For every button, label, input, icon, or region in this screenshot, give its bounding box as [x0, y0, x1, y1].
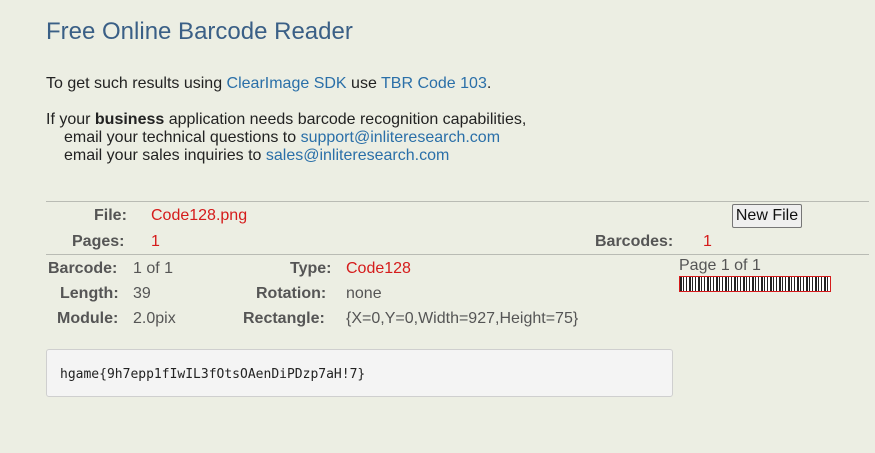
file-name: Code128.png [151, 207, 248, 224]
business-line1-prefix: If your [46, 111, 95, 128]
intro-text: To get such results using ClearImage SDK… [46, 74, 491, 93]
new-file-button[interactable]: New File [732, 204, 802, 228]
rotation-value: none [346, 285, 382, 302]
pages-value: 1 [151, 233, 160, 250]
file-label: File: [94, 207, 127, 224]
support-line: email your technical questions to suppor… [46, 129, 526, 147]
tbr-code-link[interactable]: TBR Code 103 [381, 75, 487, 92]
divider-top [46, 201, 869, 202]
page-indicator: Page 1 of 1 [679, 257, 761, 274]
business-contact: If your business application needs barco… [46, 111, 526, 165]
length-label: Length: [60, 285, 119, 302]
rectangle-value: {X=0,Y=0,Width=927,Height=75} [346, 310, 579, 327]
module-value: 2.0pix [133, 310, 176, 327]
support-email-link[interactable]: support@inliteresearch.com [301, 129, 500, 146]
barcode-thumbnail-image[interactable] [679, 276, 831, 292]
sales-prefix: email your sales inquiries to [64, 147, 266, 164]
business-line1-suffix: application needs barcode recognition ca… [164, 111, 527, 128]
type-value: Code128 [346, 260, 411, 277]
page-title: Free Online Barcode Reader [46, 18, 353, 45]
barcode-label: Barcode: [48, 260, 118, 277]
sales-email-link[interactable]: sales@inliteresearch.com [266, 147, 449, 164]
sales-line: email your sales inquiries to sales@inli… [46, 147, 526, 165]
barcodes-value: 1 [703, 233, 712, 250]
rotation-label: Rotation: [256, 285, 327, 302]
support-prefix: email your technical questions to [64, 129, 301, 146]
length-value: 39 [133, 285, 151, 302]
module-label: Module: [57, 310, 119, 327]
clearimage-sdk-link[interactable]: ClearImage SDK [227, 75, 347, 92]
intro-prefix: To get such results using [46, 75, 227, 92]
decoded-text-box[interactable]: hgame{9h7epp1fIwIL3fOtsOAenDiPDzp7aH!7} [46, 349, 673, 397]
intro-middle: use [346, 75, 381, 92]
barcodes-label: Barcodes: [595, 233, 674, 250]
barcode-index: 1 of 1 [133, 260, 174, 277]
divider-middle [46, 254, 869, 255]
business-bold: business [94, 111, 165, 128]
intro-suffix: . [486, 75, 492, 92]
pages-label: Pages: [72, 233, 125, 250]
type-label: Type: [290, 260, 332, 277]
rectangle-label: Rectangle: [243, 310, 325, 327]
